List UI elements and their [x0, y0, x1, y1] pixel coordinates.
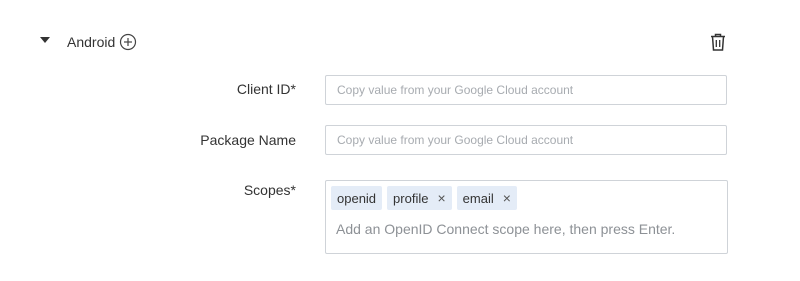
scopes-tag-input[interactable]: openid profile × email ×	[325, 180, 728, 254]
remove-scope-icon[interactable]: ×	[437, 191, 445, 205]
trash-icon[interactable]	[709, 32, 727, 52]
remove-scope-icon[interactable]: ×	[503, 191, 511, 205]
chip-label: openid	[337, 190, 377, 206]
package-name-input[interactable]	[325, 125, 727, 155]
scope-chip-profile: profile ×	[387, 186, 452, 210]
scopes-label: Scopes*	[243, 182, 296, 198]
scope-chip-email: email ×	[456, 186, 517, 210]
scope-chip-openid: openid	[331, 186, 383, 210]
scope-chip-list: openid profile × email ×	[331, 186, 517, 210]
package-name-label: Package Name	[200, 132, 296, 148]
add-scope-input[interactable]	[336, 219, 716, 239]
caret-down-icon[interactable]	[40, 37, 50, 43]
client-id-label: Client ID*	[236, 81, 296, 97]
plus-circle-icon[interactable]	[119, 33, 137, 51]
chip-label: profile	[393, 190, 429, 206]
android-section-header: Android	[0, 28, 800, 56]
chip-label: email	[462, 190, 494, 206]
section-title: Android	[67, 34, 116, 50]
client-id-input[interactable]	[325, 75, 727, 105]
